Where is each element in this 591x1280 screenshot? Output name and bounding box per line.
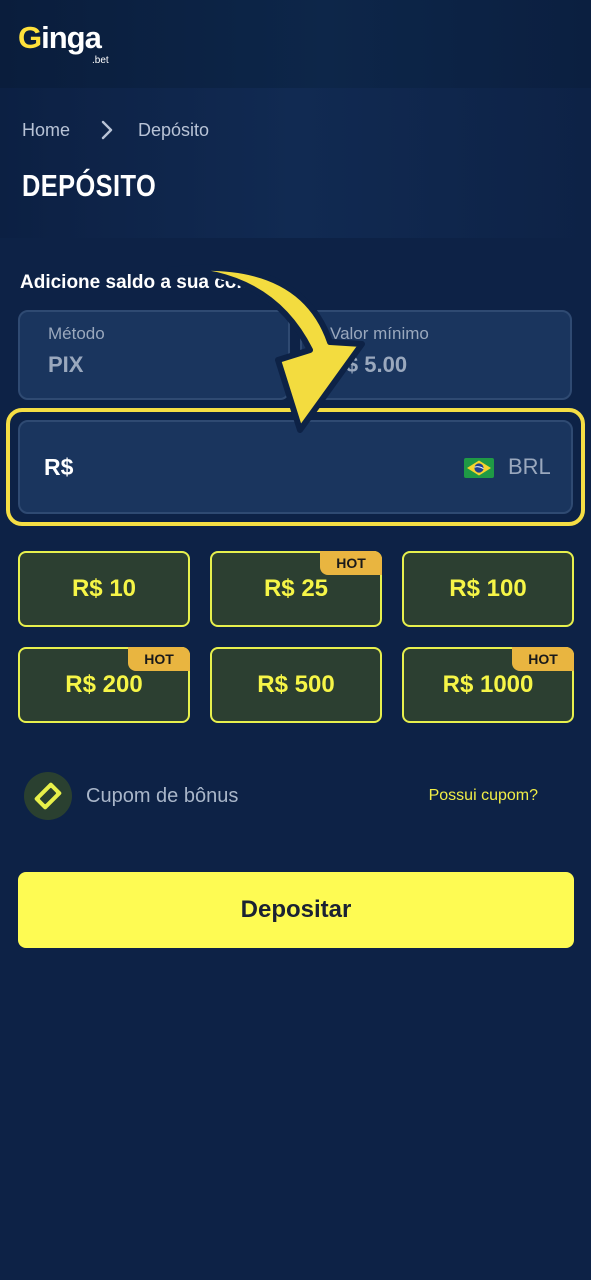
breadcrumb-home[interactable]: Home [22, 120, 70, 141]
min-amount-value: R$ 5.00 [330, 352, 408, 377]
quick-amount-label: R$ 100 [449, 575, 527, 602]
breadcrumb-current: Depósito [138, 119, 210, 140]
coupon-link[interactable]: Possui cupom? [429, 787, 538, 805]
chevron-right-icon [101, 120, 113, 140]
quick-amount-200[interactable]: R$ 200 HOT [18, 647, 190, 723]
method-select[interactable]: Método PIX [18, 310, 290, 400]
min-amount-label: Valor mínimo [330, 324, 429, 343]
amount-prefix: R$ [44, 454, 74, 480]
quick-amount-500[interactable]: R$ 500 [210, 647, 382, 723]
coupon-label: Cupom de bônus [86, 785, 239, 807]
quick-amount-100[interactable]: R$ 100 [402, 551, 574, 627]
ginga-logo[interactable]: Ginga .bet [18, 20, 118, 70]
hot-badge: HOT [128, 647, 190, 671]
deposit-button[interactable]: Depositar [18, 872, 574, 948]
amount-highlight: R$ BRL [6, 408, 585, 526]
coupon-row: Cupom de bônus Possui cupom? [24, 772, 564, 820]
top-bar: Ginga .bet [0, 0, 591, 88]
currency-code: BRL [508, 454, 551, 479]
ticket-icon [24, 772, 72, 820]
quick-amount-label: R$ 25 [263, 575, 329, 602]
brazil-flag-icon [464, 458, 494, 478]
min-amount-box: Valor mínimo R$ 5.00 [300, 310, 572, 400]
breadcrumb: Home Depósito [22, 118, 209, 142]
logo-sub: .bet [92, 55, 109, 66]
quick-amount-25[interactable]: R$ 25 HOT [210, 551, 382, 627]
logo-wordmark: Ginga [18, 20, 102, 55]
intro-text: Adicione saldo a sua conta. [20, 272, 271, 293]
method-value: PIX [48, 352, 84, 377]
quick-amount-label: R$ 500 [257, 671, 335, 698]
quick-amount-label: R$ 1000 [442, 671, 534, 698]
hot-badge: HOT [320, 551, 382, 575]
method-label: Método [48, 324, 105, 343]
hot-badge: HOT [512, 647, 574, 671]
page-title: DEPÓSITO [22, 168, 157, 203]
quick-amount-10[interactable]: R$ 10 [18, 551, 190, 627]
amount-input[interactable]: R$ BRL [18, 420, 573, 514]
page-header: Home Depósito DEPÓSITO [0, 88, 591, 238]
quick-amount-label: R$ 10 [71, 575, 137, 602]
quick-amount-1000[interactable]: R$ 1000 HOT [402, 647, 574, 723]
deposit-form: Adicione saldo a sua conta. Método PIX V… [0, 238, 591, 1280]
quick-amount-label: R$ 200 [65, 671, 143, 698]
